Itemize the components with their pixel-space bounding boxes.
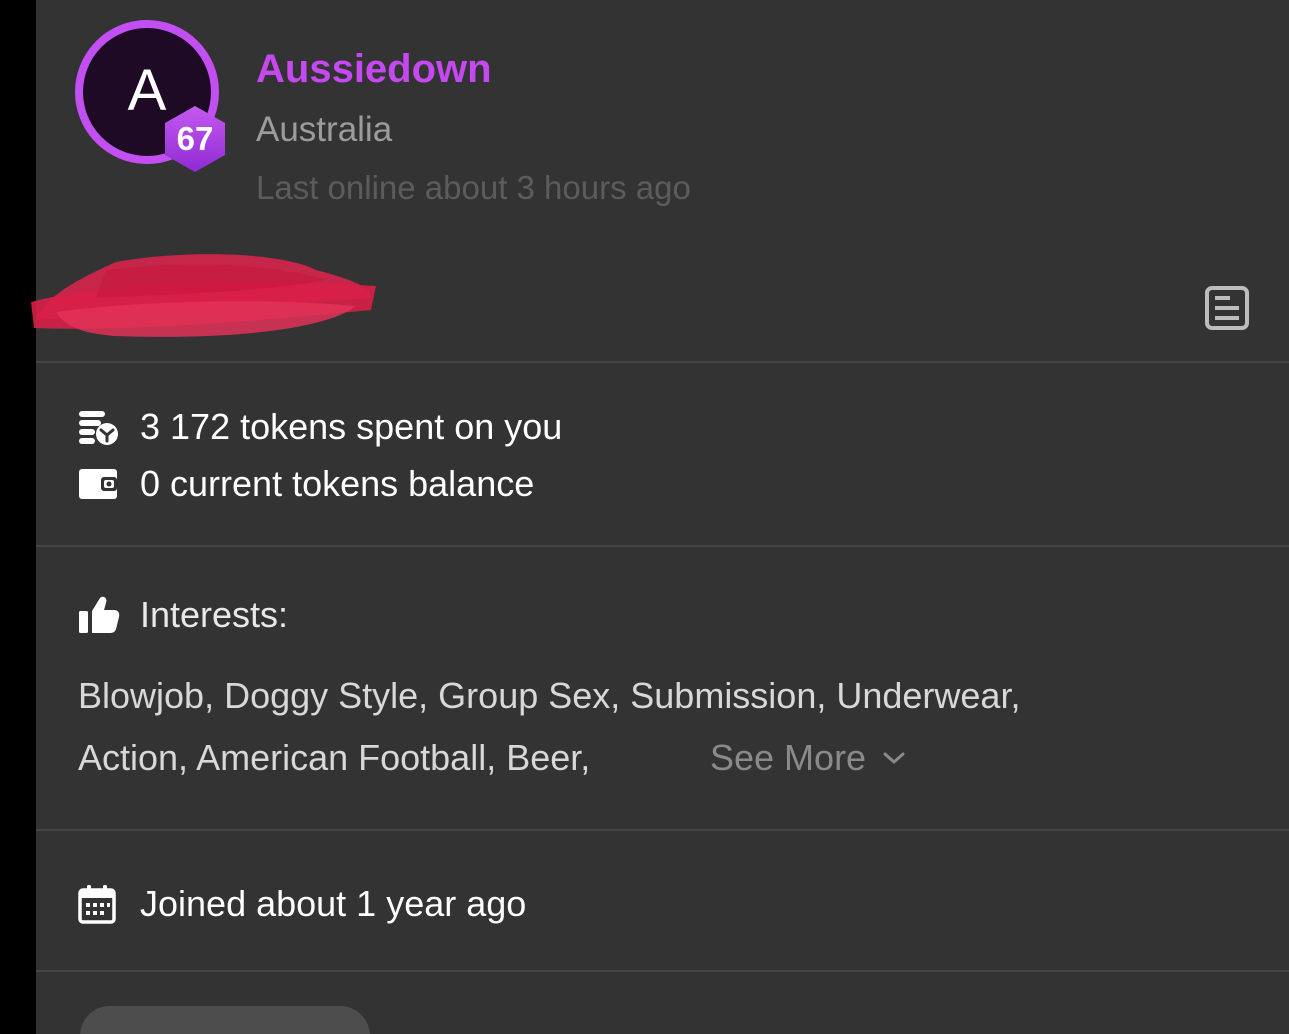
tokens-balance-text: 0 current tokens balance — [140, 463, 535, 504]
level-number: 67 — [176, 120, 214, 157]
username[interactable]: Aussiedown — [256, 44, 492, 94]
tokens-spent-row: 3 172 tokens spent on you — [78, 404, 562, 450]
left-edge — [0, 0, 36, 1034]
interests-list-line-2: Action, American Football, Beer, — [78, 737, 591, 778]
interests-heading: Interests: — [78, 592, 288, 638]
divider — [36, 361, 1289, 363]
see-more-button[interactable]: See More — [710, 734, 906, 782]
divider — [36, 545, 1289, 547]
tokens-spent-text: 3 172 tokens spent on you — [140, 406, 563, 447]
divider — [36, 970, 1289, 972]
wallet-icon — [78, 464, 120, 504]
interests-list-line-1: Blowjob, Doggy Style, Group Sex, Submiss… — [78, 675, 1021, 716]
notes-icon — [1205, 286, 1249, 330]
action-button[interactable] — [80, 1006, 370, 1034]
thumbs-up-icon — [78, 595, 120, 635]
country: Australia — [256, 110, 393, 149]
divider — [36, 829, 1289, 831]
level-badge: 67 — [162, 104, 228, 174]
avatar-letter: A — [127, 58, 167, 123]
tokens-balance-row: 0 current tokens balance — [78, 461, 534, 507]
screen: A 67 Aussiedown Australia Last online ab… — [0, 0, 1289, 1034]
joined-text: Joined about 1 year ago — [140, 883, 527, 924]
redaction-scribble — [31, 254, 376, 337]
see-more-label: See More — [710, 737, 867, 778]
joined-row: Joined about 1 year ago — [78, 880, 526, 928]
notes-button[interactable] — [1202, 284, 1252, 332]
interests-label: Interests: — [140, 594, 289, 635]
last-online-status: Last online about 3 hours ago — [256, 169, 691, 206]
calendar-icon — [78, 884, 120, 924]
coins-icon — [78, 407, 120, 447]
chevron-down-icon — [883, 752, 905, 764]
